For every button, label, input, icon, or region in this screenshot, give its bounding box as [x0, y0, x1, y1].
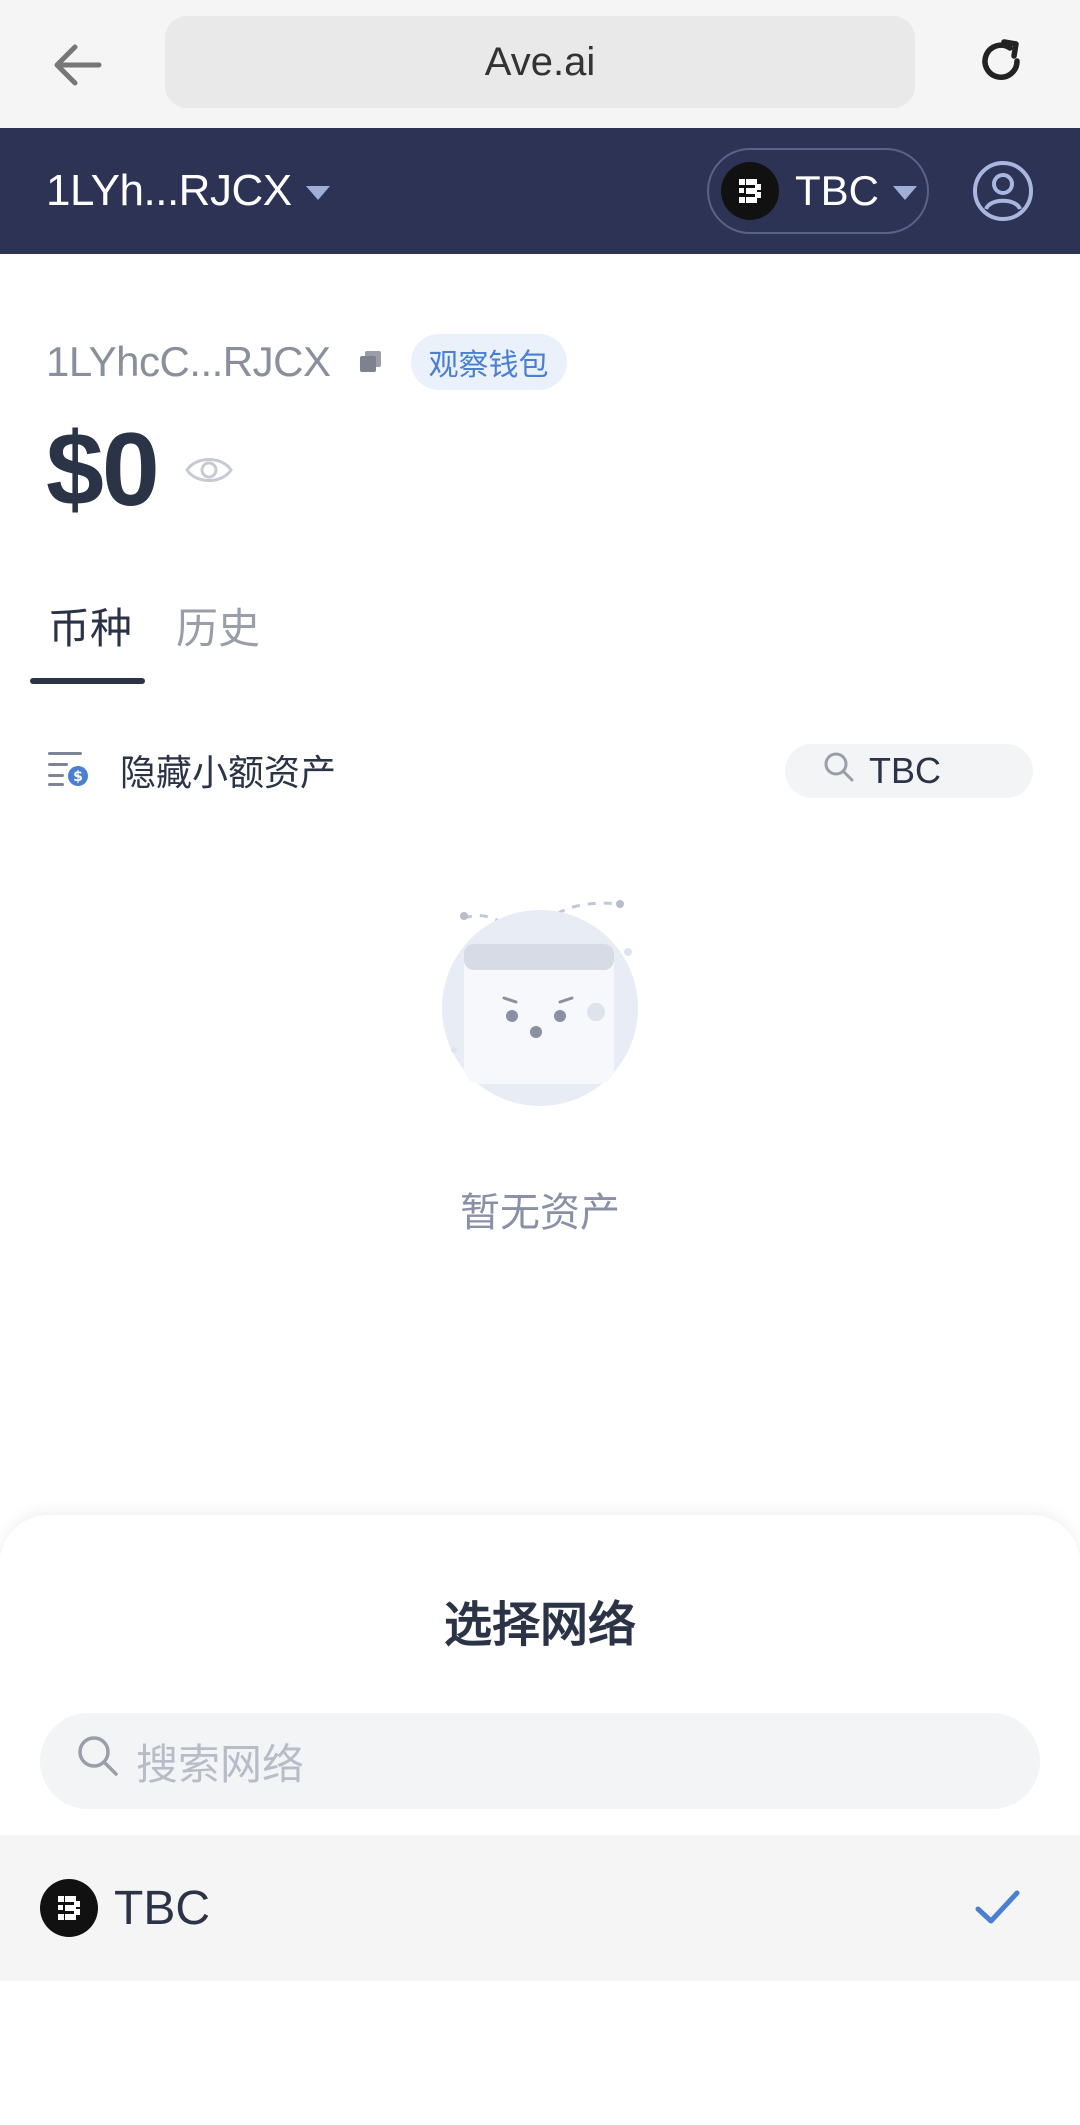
wallet-address: 1LYhcC...RJCX — [46, 338, 331, 385]
tbc-logo-icon — [721, 162, 779, 220]
chevron-down-icon — [893, 186, 917, 200]
network-search-input[interactable]: 搜索网络 — [40, 1713, 1040, 1809]
back-arrow-icon[interactable] — [46, 34, 108, 96]
search-icon — [823, 750, 855, 792]
chevron-down-icon — [305, 186, 330, 200]
select-network-sheet: 选择网络 搜索网络 TBC — [0, 1515, 1080, 2125]
balance-row: $0 — [46, 410, 234, 530]
wallet-balance: $0 — [46, 411, 160, 528]
active-tab-indicator — [30, 678, 145, 684]
chain-label: TBC — [795, 167, 879, 214]
search-icon — [76, 1734, 120, 1788]
hide-small-assets-toggle[interactable]: $ 隐藏小额资产 — [46, 740, 336, 800]
user-avatar-icon[interactable] — [970, 158, 1036, 224]
empty-assets-message: 暂无资产 — [460, 1191, 620, 1235]
checkmark-icon — [972, 1883, 1022, 1933]
network-item-tbc[interactable]: TBC — [0, 1835, 1080, 1981]
tab-tokens[interactable]: 币种 — [48, 590, 132, 660]
svg-text:$: $ — [73, 769, 83, 785]
copy-icon[interactable] — [357, 348, 385, 376]
hide-small-assets-label: 隐藏小额资产 — [120, 752, 337, 793]
empty-wallet-illustration — [420, 880, 660, 1120]
tbc-logo-icon — [40, 1879, 98, 1937]
wallet-selector[interactable]: 1LYh...RJCX — [46, 128, 330, 254]
sheet-title: 选择网络 — [443, 1599, 636, 1652]
tab-history[interactable]: 历史 — [176, 590, 260, 660]
network-search-placeholder: 搜索网络 — [136, 1740, 305, 1788]
asset-tabs: 币种 历史 — [0, 590, 1080, 690]
filter-dollar-icon: $ — [46, 748, 90, 793]
reload-icon[interactable] — [970, 30, 1032, 92]
network-label: TBC — [114, 1881, 210, 1935]
chain-selector[interactable]: TBC — [707, 148, 929, 234]
watch-wallet-badge: 观察钱包 — [410, 334, 567, 390]
wallet-address-row: 1LYhcC...RJCX 观察钱包 — [46, 332, 567, 392]
browser-toolbar: Ave.ai — [0, 0, 1080, 128]
eye-icon[interactable] — [184, 450, 234, 490]
token-search-value: TBC — [869, 750, 941, 791]
token-search-input[interactable]: TBC — [785, 744, 1033, 798]
url-bar[interactable]: Ave.ai — [165, 16, 915, 108]
app-header: 1LYh...RJCX TBC — [0, 128, 1080, 254]
wallet-short-address: 1LYh...RJCX — [46, 166, 292, 215]
